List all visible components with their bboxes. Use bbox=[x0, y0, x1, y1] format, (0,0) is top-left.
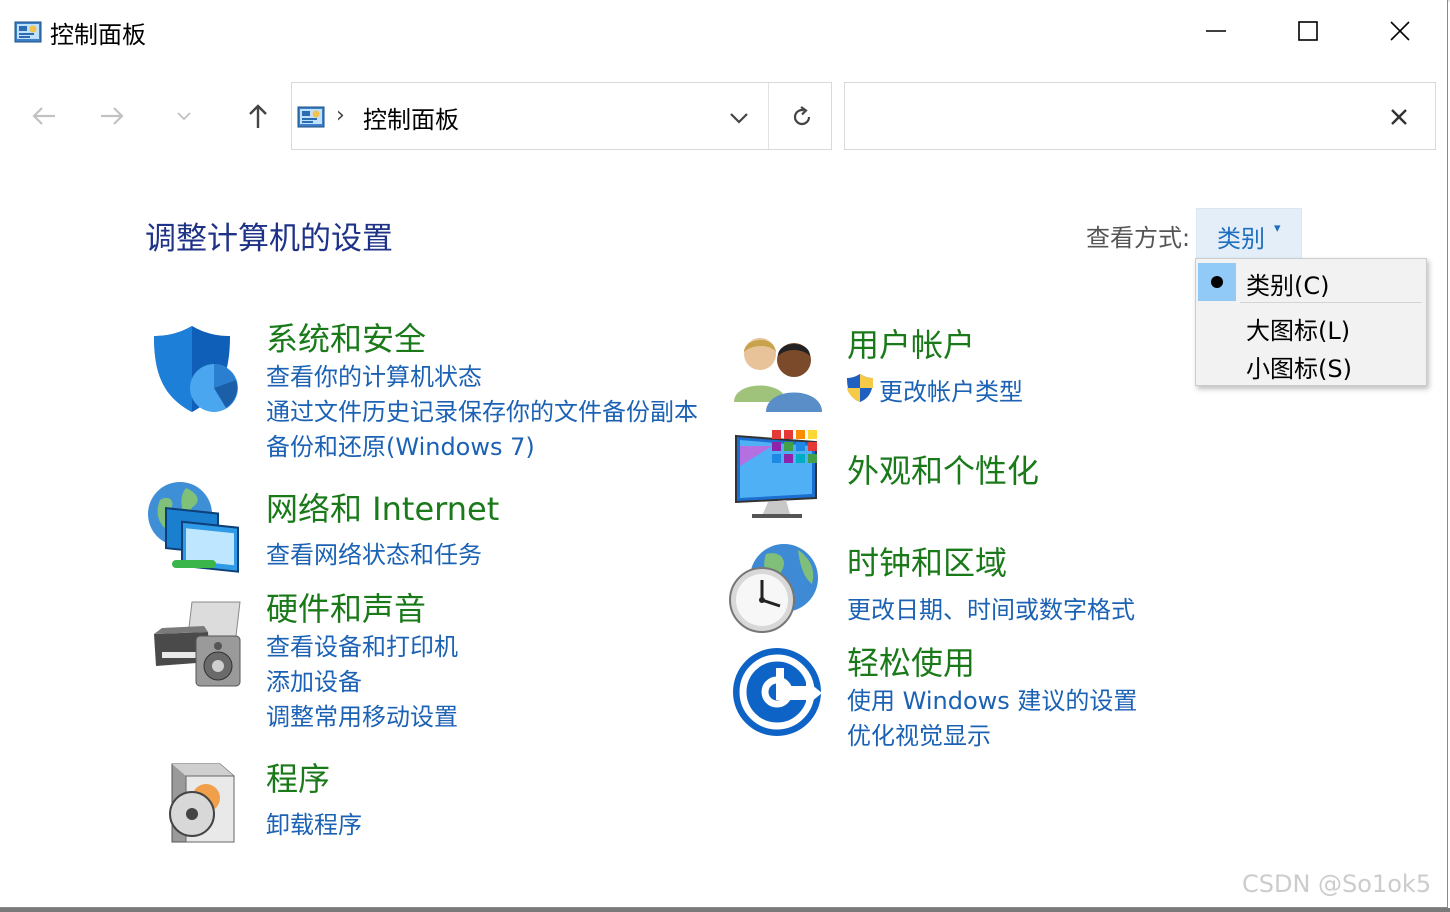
close-button[interactable] bbox=[1354, 0, 1446, 62]
control-panel-location-icon bbox=[297, 106, 325, 128]
view-by-menu: 类别(C) 大图标(L) 小图标(S) bbox=[1195, 258, 1427, 386]
link-windows-recommended-settings[interactable]: 使用 Windows 建议的设置 bbox=[847, 681, 1137, 716]
category-ease-of-access[interactable]: 轻松使用 bbox=[847, 638, 975, 684]
maximize-button[interactable] bbox=[1262, 0, 1354, 62]
menu-item-category[interactable]: 类别(C) bbox=[1196, 261, 1426, 301]
link-optimize-visual-display[interactable]: 优化视觉显示 bbox=[847, 716, 991, 751]
chevron-down-icon bbox=[730, 113, 748, 124]
ease-of-access-icon[interactable] bbox=[732, 646, 828, 742]
watermark-text: CSDN @So1ok5 bbox=[1242, 870, 1432, 898]
menu-item-small-icons[interactable]: 小图标(S) bbox=[1196, 344, 1426, 384]
maximize-icon bbox=[1298, 21, 1318, 41]
window-title: 控制面板 bbox=[50, 21, 146, 49]
category-hardware-sound[interactable]: 硬件和声音 bbox=[266, 584, 426, 630]
control-panel-app-icon bbox=[14, 21, 42, 43]
link-change-date-time-format[interactable]: 更改日期、时间或数字格式 bbox=[847, 590, 1135, 625]
category-network-internet[interactable]: 网络和 Internet bbox=[266, 484, 499, 530]
search-box[interactable] bbox=[844, 82, 1436, 150]
address-history-dropdown[interactable] bbox=[722, 101, 756, 135]
view-by-dropdown[interactable]: 类别 ▾ bbox=[1196, 208, 1302, 260]
link-view-network-status[interactable]: 查看网络状态和任务 bbox=[266, 535, 482, 570]
view-by-label: 查看方式: bbox=[1086, 224, 1191, 252]
menu-item-label: 类别(C) bbox=[1246, 272, 1330, 300]
recent-locations-button[interactable] bbox=[162, 96, 206, 136]
title-bar[interactable]: 控制面板 bbox=[0, 0, 1448, 62]
forward-button[interactable] bbox=[90, 96, 134, 136]
arrow-right-icon bbox=[101, 107, 124, 125]
search-input[interactable] bbox=[853, 93, 1373, 139]
link-view-computer-status[interactable]: 查看你的计算机状态 bbox=[266, 357, 482, 392]
printer-speaker-icon[interactable] bbox=[148, 596, 244, 692]
category-programs[interactable]: 程序 bbox=[266, 754, 330, 800]
category-appearance-personalization[interactable]: 外观和个性化 bbox=[847, 446, 1039, 492]
radio-checked-icon bbox=[1198, 263, 1236, 301]
shield-security-icon[interactable] bbox=[148, 322, 244, 418]
network-globe-icon[interactable] bbox=[146, 480, 242, 576]
dropdown-caret-icon: ▾ bbox=[1274, 221, 1281, 236]
refresh-button[interactable] bbox=[782, 99, 822, 135]
link-mobility-settings[interactable]: 调整常用移动设置 bbox=[266, 697, 458, 732]
minimize-button[interactable] bbox=[1170, 0, 1262, 62]
search-clear-button[interactable] bbox=[1381, 99, 1417, 135]
user-accounts-icon[interactable] bbox=[730, 326, 826, 422]
back-button[interactable] bbox=[22, 96, 66, 136]
chevron-down-icon bbox=[177, 112, 191, 121]
link-file-history-backup[interactable]: 通过文件历史记录保存你的文件备份副本 bbox=[266, 392, 698, 427]
arrow-up-icon bbox=[249, 104, 267, 128]
link-uninstall-program[interactable]: 卸载程序 bbox=[266, 805, 362, 840]
programs-disc-icon[interactable] bbox=[156, 756, 252, 852]
view-by-selected: 类别 bbox=[1217, 225, 1265, 253]
clock-region-icon[interactable] bbox=[726, 540, 822, 636]
menu-item-large-icons[interactable]: 大图标(L) bbox=[1196, 306, 1426, 346]
category-system-security[interactable]: 系统和安全 bbox=[266, 314, 426, 360]
category-user-accounts[interactable]: 用户帐户 bbox=[847, 320, 975, 366]
address-bar[interactable]: › 控制面板 bbox=[291, 82, 832, 150]
page-title: 调整计算机的设置 bbox=[145, 221, 393, 257]
address-divider bbox=[768, 83, 769, 149]
minimize-icon bbox=[1206, 30, 1226, 32]
control-panel-window: 控制面板 › 控制面板 调整计算机的设置 查看方式: 类别 ▾ 类别(C) 大图… bbox=[0, 0, 1448, 908]
link-devices-printers[interactable]: 查看设备和打印机 bbox=[266, 627, 458, 662]
link-backup-restore[interactable]: 备份和还原(Windows 7) bbox=[266, 427, 535, 462]
breadcrumb-separator: › bbox=[336, 103, 345, 128]
link-change-account-type[interactable]: 更改帐户类型 bbox=[879, 372, 1023, 407]
category-clock-region[interactable]: 时钟和区域 bbox=[847, 538, 1007, 584]
close-icon bbox=[1391, 109, 1407, 125]
menu-item-label: 大图标(L) bbox=[1246, 317, 1351, 345]
close-icon bbox=[1390, 21, 1410, 41]
arrow-left-icon bbox=[32, 107, 55, 125]
background-strip bbox=[0, 908, 1450, 912]
uac-shield-icon bbox=[847, 374, 873, 402]
menu-divider bbox=[1240, 302, 1422, 303]
refresh-icon bbox=[793, 106, 811, 126]
appearance-personalization-icon[interactable] bbox=[732, 426, 828, 522]
link-add-device[interactable]: 添加设备 bbox=[266, 662, 362, 697]
up-button[interactable] bbox=[236, 96, 280, 136]
breadcrumb-control-panel[interactable]: 控制面板 bbox=[363, 100, 459, 135]
menu-item-label: 小图标(S) bbox=[1246, 355, 1352, 383]
